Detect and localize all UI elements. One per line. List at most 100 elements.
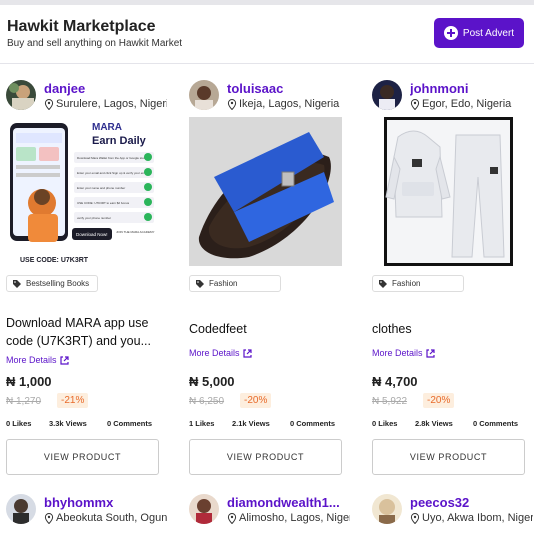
seller-location: Abeokuta South, Ogun <box>44 512 167 524</box>
post-advert-label: Post Advert <box>462 27 515 39</box>
seller-username[interactable]: johnmoni <box>410 81 530 96</box>
category-label: Fashion <box>209 279 238 288</box>
seller-username[interactable]: peecos32 <box>410 495 530 510</box>
old-price: ₦ 1,270 <box>6 396 42 407</box>
tag-icon <box>13 279 21 288</box>
comments-count: 0 Comments <box>107 419 153 428</box>
category-tag[interactable]: Bestselling Books <box>6 275 98 292</box>
image-download-text: Download Now! <box>76 232 108 237</box>
avatar[interactable] <box>372 494 402 524</box>
product-card: bhyhommx Abeokuta South, Ogun <box>6 494 167 530</box>
product-name: Download MARA app use code (U7K3RT) and … <box>6 316 151 348</box>
more-details-link[interactable]: More Details <box>6 355 69 365</box>
avatar[interactable] <box>372 80 402 110</box>
location-pin-icon <box>227 512 237 524</box>
category-tag[interactable]: Fashion <box>372 275 464 292</box>
external-link-icon <box>425 348 435 358</box>
product-image[interactable]: MARA Earn Daily Download Mara Wallet fro… <box>6 117 159 266</box>
location-pin-icon <box>44 98 54 110</box>
product-card: danjee Surulere, Lagos, Nigeria MARA Ear… <box>6 80 167 480</box>
location-text: Ikeja, Lagos, Nigeria <box>239 98 340 110</box>
product-name: clothes <box>372 322 412 336</box>
image-earn-text: Earn Daily <box>92 135 147 147</box>
likes-count: 0 Likes <box>372 419 398 428</box>
views-count: 2.8k Views <box>415 419 453 428</box>
product-card: toluisaac Ikeja, Lagos, Nigeria Fashion … <box>189 80 349 480</box>
image-brand-text: MARA <box>92 122 122 133</box>
seller-username[interactable]: diamondwealth1... <box>227 495 347 510</box>
more-details-label: More Details <box>6 355 57 365</box>
product-image[interactable] <box>384 117 513 266</box>
page-header: Hawkit Marketplace Buy and sell anything… <box>0 5 534 64</box>
location-text: Uyo, Akwa Ibom, Nigeria <box>422 512 533 524</box>
tag-icon <box>379 279 387 288</box>
location-text: Egor, Edo, Nigeria <box>422 98 512 110</box>
more-details-label: More Details <box>372 348 423 358</box>
external-link-icon <box>59 355 69 365</box>
post-advert-button[interactable]: Post Advert <box>434 18 524 48</box>
marketplace-page: Hawkit Marketplace Buy and sell anything… <box>0 5 534 535</box>
views-count: 2.1k Views <box>232 419 270 428</box>
discount-badge: -21% <box>57 393 89 408</box>
product-card: johnmoni Egor, Edo, Nigeria Fashion clot… <box>372 80 532 480</box>
location-text: Abeokuta South, Ogun <box>56 512 167 524</box>
avatar[interactable] <box>6 80 36 110</box>
likes-count: 1 Likes <box>189 419 215 428</box>
category-label: Fashion <box>392 279 421 288</box>
discount-badge: -20% <box>240 393 272 408</box>
view-product-button[interactable]: VIEW PRODUCT <box>189 439 342 475</box>
image-join-text: JOIN THE MARA ACADEMY <box>116 230 154 234</box>
product-stats: 1 Likes 2.1k Views 0 Comments <box>189 419 335 428</box>
likes-count: 0 Likes <box>6 419 32 428</box>
product-card: peecos32 Uyo, Akwa Ibom, Nigeria <box>372 494 533 530</box>
price: ₦ 5,000 <box>189 374 235 389</box>
view-product-button[interactable]: VIEW PRODUCT <box>6 439 159 475</box>
location-pin-icon <box>44 512 54 524</box>
location-pin-icon <box>227 98 237 110</box>
product-name: Codedfeet <box>189 322 247 336</box>
avatar[interactable] <box>189 494 219 524</box>
seller-location: Surulere, Lagos, Nigeria <box>44 98 167 110</box>
avatar[interactable] <box>189 80 219 110</box>
product-stats: 0 Likes 3.3k Views 0 Comments <box>6 419 152 428</box>
seller-username[interactable]: bhyhommx <box>44 495 164 510</box>
seller-location: Uyo, Akwa Ibom, Nigeria <box>410 512 533 524</box>
location-text: Surulere, Lagos, Nigeria <box>56 98 167 110</box>
seller-username[interactable]: toluisaac <box>227 81 347 96</box>
avatar[interactable] <box>6 494 36 524</box>
product-image[interactable] <box>189 117 342 266</box>
image-code-text: USE CODE: U7K3RT <box>20 257 89 264</box>
seller-location: Ikeja, Lagos, Nigeria <box>227 98 350 110</box>
category-tag[interactable]: Fashion <box>189 275 281 292</box>
category-label: Bestselling Books <box>26 279 90 288</box>
page-subtitle: Buy and sell anything on Hawkit Market <box>7 38 183 49</box>
location-text: Alimosho, Lagos, Nigeria <box>239 512 350 524</box>
plus-circle-icon <box>443 26 458 40</box>
seller-location: Egor, Edo, Nigeria <box>410 98 533 110</box>
image-step: Enter your email and click Sign up & ver… <box>77 171 148 175</box>
image-step: Enter your name and phone number <box>77 186 125 190</box>
more-details-link[interactable]: More Details <box>189 348 252 358</box>
more-details-link[interactable]: More Details <box>372 348 435 358</box>
image-step: verify your phone number <box>77 216 111 220</box>
seller-username[interactable]: danjee <box>44 81 164 96</box>
price: ₦ 1,000 <box>6 374 52 389</box>
comments-count: 0 Comments <box>473 419 519 428</box>
comments-count: 0 Comments <box>290 419 336 428</box>
product-stats: 0 Likes 2.8k Views 0 Comments <box>372 419 518 428</box>
location-pin-icon <box>410 98 420 110</box>
product-card: diamondwealth1... Alimosho, Lagos, Niger… <box>189 494 350 530</box>
external-link-icon <box>242 348 252 358</box>
seller-location: Alimosho, Lagos, Nigeria <box>227 512 350 524</box>
discount-badge: -20% <box>423 393 455 408</box>
views-count: 3.3k Views <box>49 419 87 428</box>
image-step: Download Mara Wallet from the App or Goo… <box>77 156 147 160</box>
page-title: Hawkit Marketplace <box>7 18 156 35</box>
tag-icon <box>196 279 204 288</box>
location-pin-icon <box>410 512 420 524</box>
old-price: ₦ 6,250 <box>189 396 225 407</box>
image-step: USE CODE: U7K3RT to earn $2 bonus <box>77 201 130 205</box>
view-product-button[interactable]: VIEW PRODUCT <box>372 439 525 475</box>
old-price: ₦ 5,922 <box>372 396 408 407</box>
price: ₦ 4,700 <box>372 374 418 389</box>
